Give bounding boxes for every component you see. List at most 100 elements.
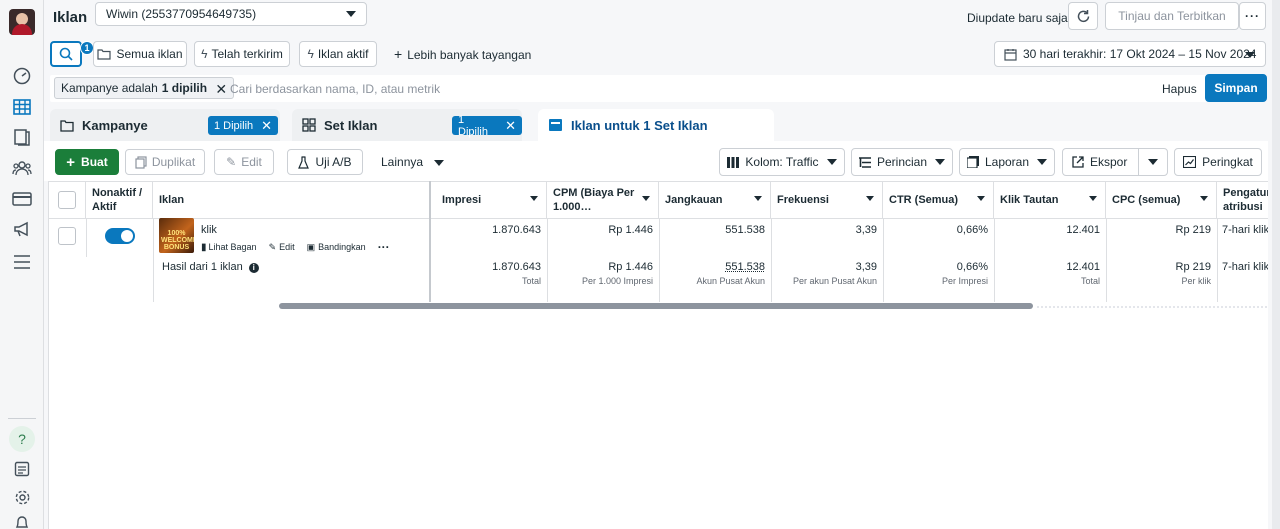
grid-squares-icon xyxy=(302,118,316,132)
export-dropdown-button[interactable] xyxy=(1138,148,1168,176)
columns-dropdown[interactable]: Kolom: Traffic xyxy=(719,148,845,176)
dashboard-icon[interactable] xyxy=(11,65,33,87)
lightning-icon: ϟ xyxy=(307,47,314,61)
chevron-down-icon[interactable] xyxy=(530,196,538,201)
breakdown-dropdown[interactable]: Perincian xyxy=(851,148,953,176)
edit-label: Edit xyxy=(241,155,262,169)
more-views-button[interactable]: + Lebih banyak tayangan xyxy=(394,46,531,62)
tab-campaigns[interactable]: Kampanye 1 Dipilih ✕ xyxy=(50,109,280,141)
ellipsis-icon[interactable]: ··· xyxy=(378,240,390,254)
avatar[interactable] xyxy=(9,9,35,35)
megaphone-icon[interactable] xyxy=(11,218,33,240)
tab-label: Iklan untuk 1 Set Iklan xyxy=(571,117,708,133)
account-selector[interactable]: Wiwin (2553770954649735) xyxy=(95,2,367,26)
more-dropdown[interactable]: Lainnya xyxy=(381,155,445,169)
lightning-icon: ϟ xyxy=(201,47,208,61)
duplicate-label: Duplikat xyxy=(151,155,196,169)
close-icon[interactable]: ✕ xyxy=(215,81,227,98)
duplicate-button[interactable]: Duplikat xyxy=(125,149,205,175)
summary-label-text: Hasil dari 1 iklan xyxy=(162,261,243,273)
header-cpc[interactable]: CPC (semua) xyxy=(1106,181,1217,218)
pencil-icon: ✎ xyxy=(226,155,237,169)
chevron-down-icon xyxy=(826,159,837,165)
pencil-icon: ✎ xyxy=(268,241,277,252)
search-button[interactable]: 1 xyxy=(50,41,94,67)
compare-link[interactable]: ▣ Bandingkan xyxy=(307,242,366,253)
cell-impressions: 1.870.643 xyxy=(492,224,541,236)
vertical-scrollbar[interactable] xyxy=(1272,0,1280,529)
audience-icon[interactable] xyxy=(11,157,33,179)
review-publish-button[interactable]: Tinjau dan Terbitkan xyxy=(1105,2,1239,30)
header-link-clicks[interactable]: Klik Tautan xyxy=(994,181,1106,218)
gear-icon[interactable] xyxy=(11,486,33,508)
search-input[interactable]: Cari berdasarkan nama, ID, atau metrik xyxy=(230,82,440,96)
menu-icon[interactable] xyxy=(11,251,33,273)
more-options-button[interactable]: ··· xyxy=(1239,2,1266,30)
more-label: Lainnya xyxy=(381,155,424,169)
tab-ad-sets[interactable]: Set Iklan 1 Dipilih ✕ xyxy=(292,109,522,141)
close-icon[interactable]: ✕ xyxy=(505,118,516,134)
header-attribution[interactable]: Pengaturan atribusi xyxy=(1217,181,1268,218)
breakdown-icon xyxy=(858,156,871,168)
summary-frequency-sub: Per akun Pusat Akun xyxy=(792,276,877,286)
header-impressions[interactable]: Impresi xyxy=(436,181,547,218)
ab-test-button[interactable]: Uji A/B xyxy=(287,149,363,175)
chevron-down-icon[interactable] xyxy=(977,196,985,201)
ad-active-toggle[interactable] xyxy=(105,228,135,244)
image-compare-icon: ▣ xyxy=(306,241,316,252)
view-chart-link[interactable]: ▮ Lihat Bagan xyxy=(201,242,257,253)
chevron-down-icon xyxy=(935,159,946,165)
pages-icon[interactable] xyxy=(11,126,33,148)
summary-reach[interactable]: 551.538 xyxy=(659,261,765,273)
header-cpm[interactable]: CPM (Biaya Per 1.000… xyxy=(547,181,659,218)
notes-icon[interactable] xyxy=(11,458,33,480)
refresh-button[interactable] xyxy=(1068,2,1098,30)
edit-link[interactable]: ✎ Edit xyxy=(269,242,295,253)
chevron-down-icon[interactable] xyxy=(754,196,762,201)
all-ads-button[interactable]: Semua iklan xyxy=(93,41,187,67)
select-all-checkbox[interactable] xyxy=(58,191,76,209)
cell-reach: 551.538 xyxy=(725,224,765,236)
header-ctr[interactable]: CTR (Semua) xyxy=(883,181,994,218)
create-button[interactable]: + Buat xyxy=(55,149,119,175)
reports-dropdown[interactable]: Laporan xyxy=(959,148,1055,176)
export-button[interactable]: Ekspor xyxy=(1062,148,1146,176)
campaign-filter-chip[interactable]: Kampanye adalah 1 dipilih ✕ xyxy=(54,77,235,99)
ads-table: Nonaktif / Aktif Iklan Impresi CPM (Biay… xyxy=(48,181,1268,529)
horizontal-scrollbar[interactable] xyxy=(279,303,1033,309)
ranking-button[interactable]: Peringkat xyxy=(1174,148,1262,176)
bell-icon[interactable] xyxy=(11,512,33,529)
save-button[interactable]: Simpan xyxy=(1205,74,1267,102)
cell-frequency: 3,39 xyxy=(855,224,877,236)
ad-thumbnail[interactable]: 100% WELCOME BONUS xyxy=(159,218,194,253)
selected-count-pill[interactable]: 1 Dipilih ✕ xyxy=(208,116,279,135)
table-grid-icon[interactable] xyxy=(4,90,38,124)
clear-button[interactable]: Hapus xyxy=(1162,82,1197,96)
chevron-down-icon[interactable] xyxy=(1200,196,1208,201)
selected-count-pill[interactable]: 1 Dipilih ✕ xyxy=(452,114,522,138)
chevron-down-icon xyxy=(434,160,445,166)
account-name: Wiwin (2553770954649735) xyxy=(106,7,257,21)
billing-card-icon[interactable] xyxy=(11,188,33,210)
header-ad[interactable]: Iklan xyxy=(153,181,430,218)
header-label: Jangkauan xyxy=(665,194,723,206)
header-label: CTR (Semua) xyxy=(889,194,959,206)
help-icon[interactable]: ? xyxy=(9,426,35,452)
edit-button[interactable]: ✎ Edit xyxy=(214,149,274,175)
row-checkbox[interactable] xyxy=(58,227,76,245)
filter-bar: 1 Semua iklan ϟ Telah terkirim ϟ Iklan a… xyxy=(44,38,1272,70)
info-icon[interactable]: i xyxy=(248,262,259,273)
export-label: Ekspor xyxy=(1090,155,1128,169)
chevron-down-icon[interactable] xyxy=(866,196,874,201)
delivered-button[interactable]: ϟ Telah terkirim xyxy=(194,41,290,67)
date-range-picker[interactable]: 30 hari terakhir: 17 Okt 2024 – 15 Nov 2… xyxy=(994,41,1266,67)
close-icon[interactable]: ✕ xyxy=(261,118,272,134)
tab-ads[interactable]: Iklan untuk 1 Set Iklan xyxy=(538,109,774,141)
header-reach[interactable]: Jangkauan xyxy=(659,181,771,218)
active-ads-button[interactable]: ϟ Iklan aktif xyxy=(299,41,377,67)
folder-icon xyxy=(60,119,74,132)
chevron-down-icon[interactable] xyxy=(642,196,650,201)
ad-name-link[interactable]: klik xyxy=(201,224,217,236)
header-frequency[interactable]: Frekuensi xyxy=(771,181,883,218)
chevron-down-icon[interactable] xyxy=(1089,196,1097,201)
